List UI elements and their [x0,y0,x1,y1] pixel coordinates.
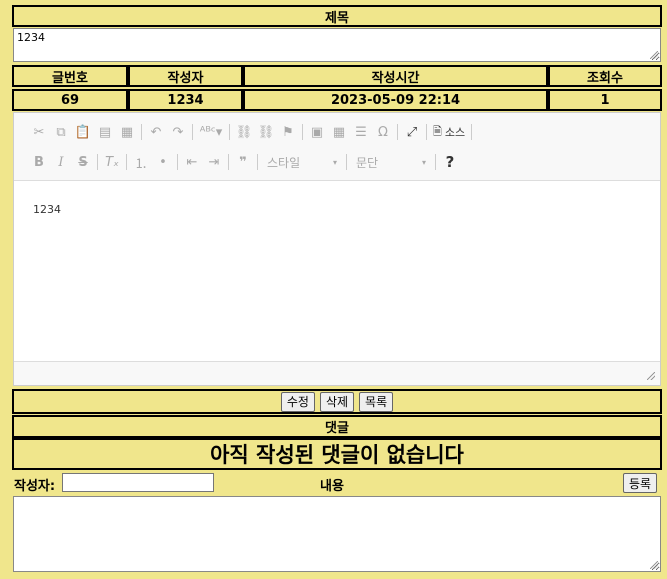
format-dropdown[interactable]: 문단 ▾ [350,152,432,172]
resize-grip-icon[interactable] [650,561,658,569]
indent-icon[interactable]: ⇥ [203,151,225,173]
no-comments-banner: 아직 작성된 댓글이 없습니다 [12,438,662,470]
toolbar-divider [228,154,229,170]
help-icon[interactable]: ? [439,151,461,173]
editor-status-bar [14,361,660,385]
toolbar-divider [302,124,303,140]
action-bar: 수정 삭제 목록 [12,389,662,414]
unlink-icon[interactable]: ⛓ [255,121,277,143]
submit-comment-button[interactable]: 등록 [623,473,658,493]
chevron-down-icon: ▾ [332,157,337,167]
views-value: 1 [548,89,662,111]
anchor-flag-icon[interactable]: ⚑ [277,121,299,143]
redo-icon[interactable]: ↷ [167,121,189,143]
toolbar-divider [177,154,178,170]
comments-header: 댓글 [12,415,662,438]
horizontal-line-icon[interactable]: ☰ [350,121,372,143]
source-button[interactable]: 🗎 소스 [430,123,468,142]
bold-icon[interactable]: B [28,151,50,173]
post-number-header-label: 글번호 [52,70,88,86]
image-icon[interactable]: ▣ [306,121,328,143]
post-number-value: 69 [12,89,128,111]
delete-button[interactable]: 삭제 [319,391,355,412]
created-time-header-label: 작성시간 [371,70,420,86]
no-comments-message: 아직 작성된 댓글이 없습니다 [210,443,464,467]
created-time-value: 2023-05-09 22:14 [243,89,548,111]
toolbar-row-1: ✂ ⧉ 📋 ▤ ▦ ↶ ↷ ᴬᴮᶜ▾ ⛓ ⛓ ⚑ ▣ ▦ ☰ Ω ⤢ 🗎 소스 [28,119,475,145]
created-time-text: 2023-05-09 22:14 [330,92,461,108]
table-icon[interactable]: ▦ [328,121,350,143]
style-dropdown[interactable]: 스타일 ▾ [261,152,343,172]
editor-content-text: 1234 [33,203,61,216]
comment-form-row: 작성자: 내용 등록 [12,471,662,495]
toolbar-divider [435,154,436,170]
format-dropdown-label: 문단 [356,155,379,170]
bulleted-list-icon[interactable]: • [152,151,174,173]
rich-text-editor: ✂ ⧉ 📋 ▤ ▦ ↶ ↷ ᴬᴮᶜ▾ ⛓ ⛓ ⚑ ▣ ▦ ☰ Ω ⤢ 🗎 소스 … [13,112,661,386]
outdent-icon[interactable]: ⇤ [181,151,203,173]
paste-icon[interactable]: 📋 [72,121,94,143]
source-label: 소스 [444,126,466,139]
toolbar-divider [126,154,127,170]
toolbar-divider [229,124,230,140]
author-header-label: 작성자 [167,70,204,86]
toolbar-divider [397,124,398,140]
copy-icon[interactable]: ⧉ [50,121,72,143]
title-field[interactable]: 1234 [13,28,661,62]
comment-content-field[interactable] [13,496,661,572]
undo-icon[interactable]: ↶ [145,121,167,143]
paste-text-icon[interactable]: ▤ [94,121,116,143]
comment-author-input[interactable] [62,473,214,492]
author-header: 작성자 [128,65,243,87]
maximize-icon[interactable]: ⤢ [401,121,423,143]
comment-content-label: 내용 [320,479,344,494]
chevron-down-icon: ▾ [421,157,426,167]
views-text: 1 [600,92,610,108]
toolbar-divider [141,124,142,140]
italic-icon[interactable]: I [50,151,72,173]
title-header: 제목 [12,5,662,27]
author-value: 1234 [128,89,243,111]
paste-word-icon[interactable]: ▦ [116,121,138,143]
post-number-header: 글번호 [12,65,128,87]
post-number-text: 69 [60,92,80,108]
author-text: 1234 [167,92,204,108]
title-header-label: 제목 [325,10,349,26]
resize-grip-icon[interactable] [650,51,658,59]
created-time-header: 작성시간 [243,65,548,87]
views-header: 조회수 [548,65,662,87]
special-char-icon[interactable]: Ω [372,121,394,143]
comment-author-label: 작성자: [14,479,56,494]
title-field-value: 1234 [17,31,45,44]
toolbar-divider [471,124,473,140]
spellcheck-icon[interactable]: ᴬᴮᶜ▾ [196,121,226,143]
editor-toolbar: ✂ ⧉ 📋 ▤ ▦ ↶ ↷ ᴬᴮᶜ▾ ⛓ ⛓ ⚑ ▣ ▦ ☰ Ω ⤢ 🗎 소스 … [14,113,660,181]
strikethrough-icon[interactable]: S [72,151,94,173]
views-header-label: 조회수 [587,70,623,86]
action-buttons: 수정 삭제 목록 [280,391,394,412]
toolbar-divider [426,124,427,140]
resize-grip-icon[interactable] [647,372,655,380]
toolbar-divider [257,154,258,170]
toolbar-divider [346,154,347,170]
editor-content-area[interactable]: 1234 [14,181,660,362]
list-button[interactable]: 목록 [359,391,394,412]
toolbar-divider [97,154,98,170]
comments-header-label: 댓글 [325,421,349,436]
style-dropdown-label: 스타일 [267,155,301,170]
blockquote-icon[interactable]: ❞ [232,151,254,173]
source-icon: 🗎 [433,124,442,138]
numbered-list-icon[interactable]: ⒈ [130,151,152,173]
board-view: 제목 1234 글번호 작성자 작성시간 조회수 69 1234 2023-05… [0,0,667,579]
remove-format-icon[interactable]: Tₓ [101,151,123,173]
edit-button[interactable]: 수정 [280,391,315,412]
toolbar-divider [192,124,193,140]
link-icon[interactable]: ⛓ [233,121,255,143]
toolbar-row-2: B I S Tₓ ⒈ • ⇤ ⇥ ❞ 스타일 ▾ 문단 ▾ ? [28,149,461,175]
cut-icon[interactable]: ✂ [28,121,50,143]
